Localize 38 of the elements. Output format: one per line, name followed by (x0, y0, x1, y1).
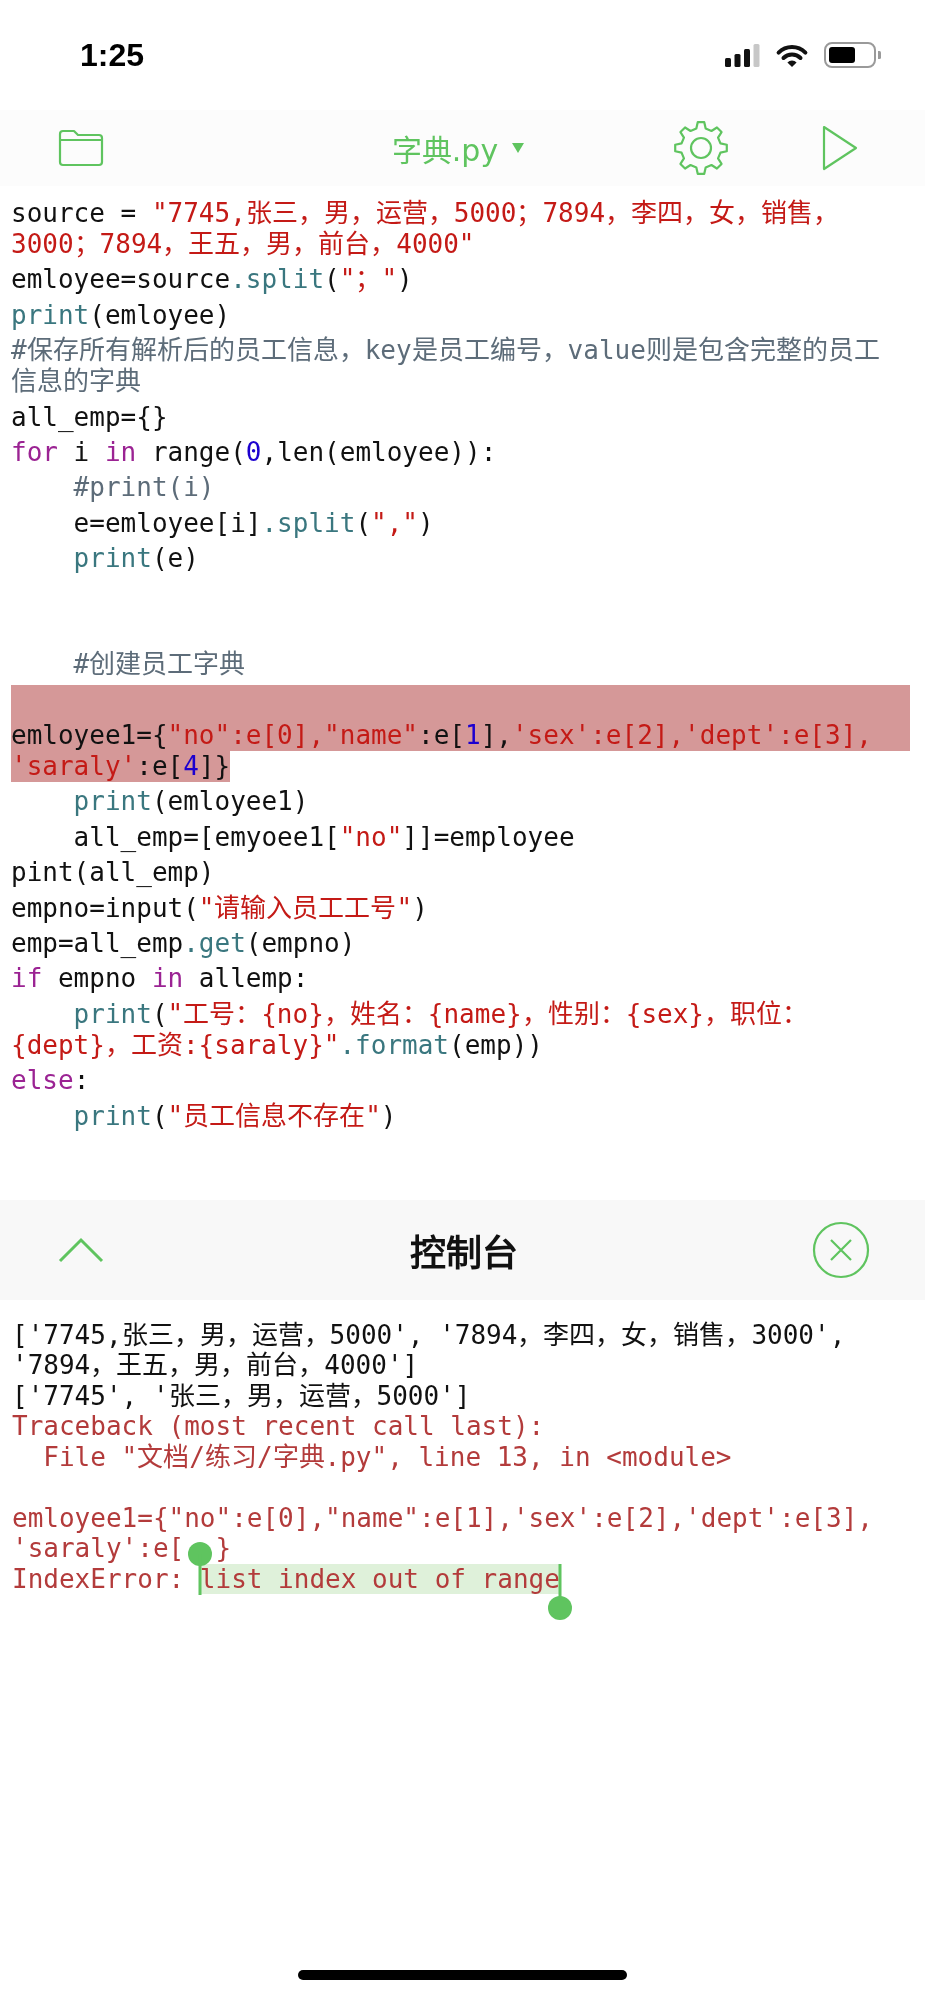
status-time: 1:25 (80, 36, 145, 74)
code-line: for i in range(0,len(emloyee)): (11, 436, 497, 469)
close-icon[interactable] (812, 1221, 870, 1279)
code-line: all_emp=[emyoee1["no"]]=employee (73, 821, 575, 854)
battery-icon (824, 42, 882, 68)
file-menu-button[interactable]: 字典.py (391, 126, 525, 170)
error-text: Traceback (most recent call last): (12, 1411, 545, 1442)
caret-down-icon (512, 143, 525, 153)
code-line: emloyee=source.split("；") (11, 264, 413, 297)
code-line: print(emloyee) (11, 299, 231, 332)
code-line: if empno in allemp: (11, 963, 309, 996)
code-line: else: (11, 1065, 90, 1098)
code-line: source = "7745,张三，男，运营，5000；7894，李四，女，销售， 3000；7894，王五，男，前台，4000" (11, 198, 840, 261)
output-text: ['7745', '张三，男，运营，5000'] (12, 1381, 471, 1412)
error-text: IndexError: (12, 1564, 186, 1594)
code-line: e=emloyee[i].split(",") (73, 507, 434, 540)
wifi-icon (774, 42, 810, 68)
code-line: emloyee1={"no":e[0],"name":e[1],'sex':e[2],'dept':e[3], 'saraly':e[4]} (11, 720, 910, 787)
selected-text: list index out of range (199, 1564, 560, 1595)
code-line: print("员工信息不存在") (73, 1100, 397, 1133)
code-line: print(emloyee1) (73, 786, 309, 819)
code-line: print("工号：{no}，姓名：{name}，性别：{sex}，职位： {dept}，工资:{saraly}".format(emp)) (11, 998, 808, 1062)
code-line: #创建员工字典 (73, 649, 246, 682)
code-line: all_emp={} (11, 401, 168, 434)
console-title: 控制台 (410, 1232, 518, 1276)
code-line: #保存所有解析后的员工信息，key是员工编号，value则是包含完整的员工 信息的字典 (11, 335, 880, 399)
chevron-up-icon[interactable] (58, 1237, 104, 1263)
error-text: File "文档/练习/字典.py", line 13, in <module> (42, 1442, 732, 1473)
code-line: empno=input("请输入员工工号") (11, 892, 428, 925)
code-line: emp=all_emp.get(empno) (11, 928, 356, 961)
code-line: #print(i) (73, 472, 215, 505)
folder-icon[interactable] (58, 129, 104, 167)
signal-icon (724, 42, 760, 68)
code-line: print(e) (73, 543, 199, 576)
settings-icon[interactable] (673, 120, 729, 176)
code-line: pint(all_emp) (11, 857, 215, 890)
play-icon[interactable] (822, 125, 858, 171)
output-text: ['7745,张三，男，运营，5000', '7894，李四，女，销售，3000', '7894，王五，男，前台，4000'] (12, 1320, 846, 1381)
